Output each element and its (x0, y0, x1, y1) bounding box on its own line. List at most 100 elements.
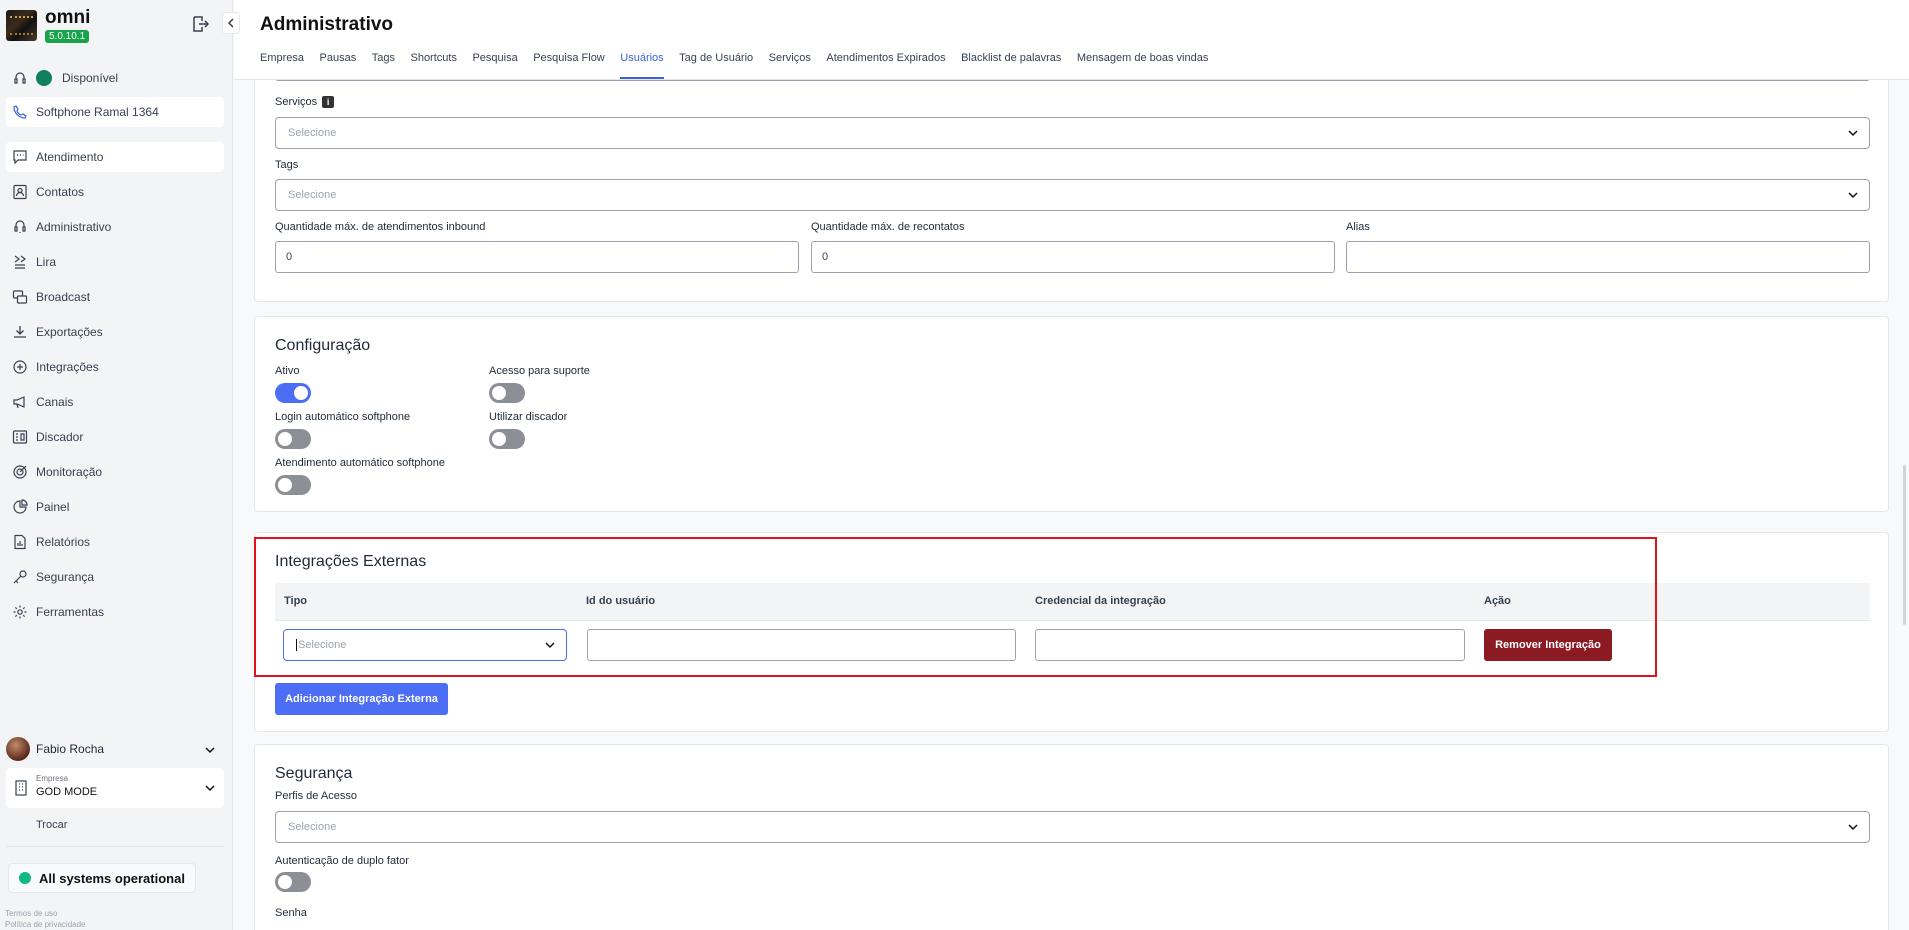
add-integration-button[interactable]: Adicionar Integração Externa (275, 683, 448, 715)
softphone-item[interactable]: Softphone Ramal 1364 (6, 97, 224, 127)
terms-link[interactable]: Termos de uso (5, 909, 57, 918)
tab-tag-de-usuario[interactable]: Tag de Usuário (679, 52, 753, 79)
password-label: Senha (275, 907, 307, 919)
alias-label: Alias (1346, 221, 1370, 233)
tags-placeholder: Selecione (288, 189, 337, 201)
softphone-label: Softphone Ramal 1364 (36, 105, 159, 119)
chevron-down-icon (205, 785, 215, 792)
user-form-card: Serviços i Selecione Tags Selecione Quant… (254, 80, 1889, 302)
profiles-select[interactable]: Selecione (275, 811, 1870, 843)
auto-login-label: Login automático softphone (275, 411, 411, 423)
remove-integration-button[interactable]: Remover Integração (1484, 629, 1612, 661)
company-name: GOD MODE (36, 786, 98, 798)
auto-login-toggle[interactable] (275, 429, 311, 449)
tab-tags[interactable]: Tags (372, 52, 395, 79)
sidebar-item-discador[interactable]: Discador (6, 422, 224, 452)
sidebar-item-integracoes[interactable]: Integrações (6, 352, 224, 382)
content-scroll[interactable]: Serviços i Selecione Tags Selecione Quant… (234, 80, 1909, 930)
dialer-toggle[interactable] (489, 429, 525, 449)
integration-credential-input[interactable] (1035, 629, 1465, 661)
system-status-label: All systems operational (39, 870, 185, 886)
integrations-table-header: Tipo Id do usuário Credencial da integra… (275, 583, 1870, 621)
sidebar-item-lira[interactable]: Lira (6, 247, 224, 277)
sidebar-item-administrativo[interactable]: Administrativo (6, 212, 224, 242)
active-toggle[interactable] (275, 383, 311, 403)
sidebar-item-relatorios[interactable]: Relatórios (6, 527, 224, 557)
megaphone-icon (12, 394, 28, 410)
info-icon[interactable]: i (322, 96, 335, 109)
alias-input[interactable] (1346, 241, 1870, 273)
support-toggle[interactable] (489, 383, 525, 403)
integrations-icon (12, 359, 28, 375)
phone-icon (12, 104, 28, 120)
sidebar-item-label: Monitoração (36, 465, 103, 479)
security-card: Segurança Perfis de Acesso Selecione Aut… (254, 744, 1889, 930)
integration-user-id-input[interactable] (587, 629, 1016, 661)
collapse-sidebar-button[interactable] (222, 12, 240, 34)
scrollbar[interactable] (1903, 465, 1906, 625)
presence-status[interactable]: Disponível (6, 63, 224, 93)
app-name: omni (45, 7, 91, 28)
tab-pesquisa-flow[interactable]: Pesquisa Flow (533, 52, 605, 79)
chat-icon (12, 149, 28, 165)
sidebar-item-canais[interactable]: Canais (6, 387, 224, 417)
tab-servicos[interactable]: Serviços (769, 52, 811, 79)
sidebar-item-label: Broadcast (36, 290, 91, 304)
tab-usuarios[interactable]: Usuários (620, 52, 664, 79)
integrations-title: Integrações Externas (275, 553, 427, 570)
integration-type-select[interactable]: Selecione (283, 629, 567, 661)
company-label: Empresa (36, 774, 69, 783)
dialer-icon (12, 429, 28, 445)
two-factor-toggle[interactable] (275, 872, 311, 892)
auto-answer-toggle[interactable] (275, 475, 311, 495)
sidebar-item-ferramentas[interactable]: Ferramentas (6, 597, 224, 627)
sidebar-item-monitoracao[interactable]: Monitoração (6, 457, 224, 487)
type-placeholder: Selecione (296, 639, 347, 651)
tab-blacklist-de-palavras[interactable]: Blacklist de palavras (961, 52, 1061, 79)
max-inbound-input[interactable]: 0 (275, 241, 799, 273)
company-selector[interactable]: Empresa GOD MODE (6, 768, 224, 808)
sidebar-item-exportacoes[interactable]: Exportações (6, 317, 224, 347)
active-label: Ativo (275, 365, 300, 377)
switch-company-link[interactable]: Trocar (36, 819, 67, 831)
sidebar-item-broadcast[interactable]: Broadcast (6, 282, 224, 312)
chevron-down-icon (1848, 130, 1858, 137)
lira-icon (12, 254, 28, 270)
tab-atendimentos-expirados[interactable]: Atendimentos Expirados (826, 52, 945, 79)
status-dot (36, 70, 52, 86)
sidebar-item-label: Contatos (36, 185, 85, 199)
sidebar-item-seguranca[interactable]: Segurança (6, 562, 224, 592)
two-factor-label: Autenticação de duplo fator (275, 855, 409, 867)
status-dot (19, 872, 31, 884)
system-status[interactable]: All systems operational (8, 863, 196, 893)
tab-shortcuts[interactable]: Shortcuts (410, 52, 456, 79)
download-icon (12, 324, 28, 340)
previous-field[interactable] (275, 80, 1870, 81)
tags-select[interactable]: Selecione (275, 179, 1870, 211)
tab-mensagem-de-boas-vindas[interactable]: Mensagem de boas vindas (1077, 52, 1208, 79)
services-select[interactable]: Selecione (275, 117, 1870, 149)
brand: omni 5.0.10.1 (6, 8, 90, 43)
logout-icon[interactable] (190, 14, 210, 34)
chevron-down-icon (205, 747, 215, 754)
tags-label: Tags (275, 159, 299, 171)
tab-empresa[interactable]: Empresa (260, 52, 304, 79)
sidebar-item-label: Segurança (36, 570, 95, 584)
chevron-down-icon (545, 642, 555, 649)
config-title: Configuração (275, 337, 371, 354)
chevron-down-icon (1848, 824, 1858, 831)
max-recontacts-input[interactable]: 0 (811, 241, 1335, 273)
report-icon (12, 534, 28, 550)
tab-pausas[interactable]: Pausas (320, 52, 357, 79)
sidebar-item-label: Atendimento (36, 150, 104, 164)
page-title: Administrativo (260, 14, 394, 35)
sidebar-item-painel[interactable]: Painel (6, 492, 224, 522)
tab-pesquisa[interactable]: Pesquisa (472, 52, 517, 79)
sidebar-item-atendimento[interactable]: Atendimento (6, 142, 224, 172)
main-area: Administrativo Empresa Pausas Tags Shortcut… (234, 0, 1909, 930)
divider (6, 846, 224, 847)
sidebar-item-contatos[interactable]: Contatos (6, 177, 224, 207)
privacy-link[interactable]: Política de privacidade (5, 920, 86, 929)
services-placeholder: Selecione (288, 127, 337, 139)
user-menu[interactable]: Fabio Rocha (6, 736, 224, 762)
